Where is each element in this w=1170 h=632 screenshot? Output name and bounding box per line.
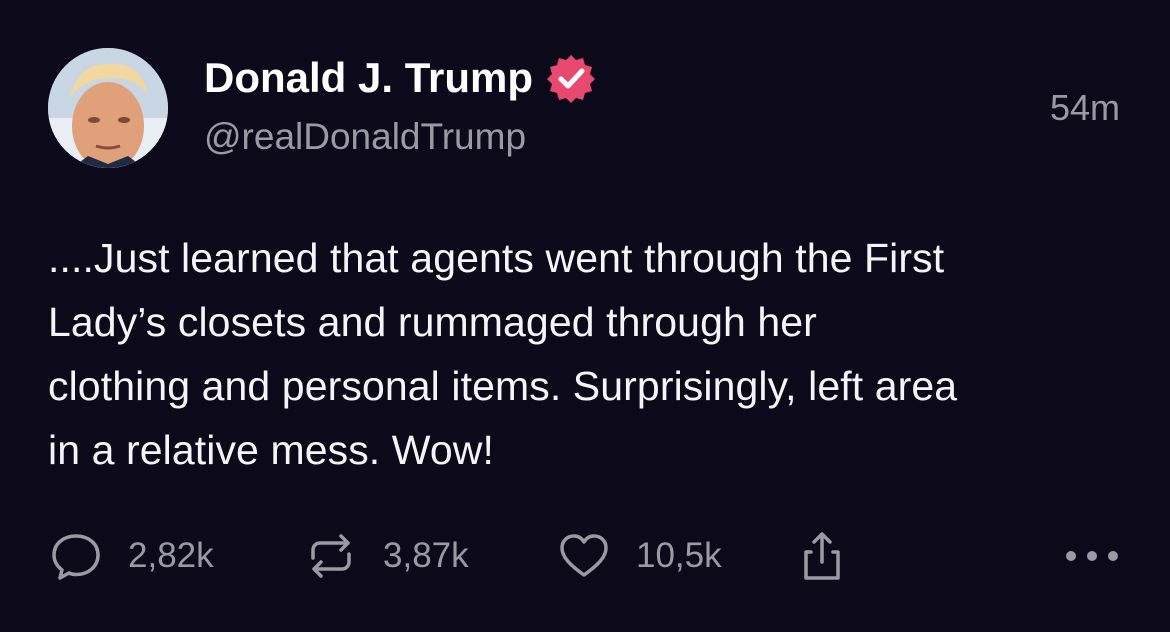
verified-badge-icon	[547, 55, 596, 103]
author-handle[interactable]: @realDonaldTrump	[204, 114, 526, 160]
post-card: Donald J. Trump @realDonaldTrump 54m ...…	[0, 0, 1170, 632]
share-upload-icon	[804, 532, 840, 580]
more-dots-icon	[1066, 551, 1118, 561]
post-text-line: Lady’s closets and rummaged through her	[48, 299, 817, 345]
post-timestamp[interactable]: 54m	[1050, 86, 1120, 130]
more-options-button[interactable]	[1062, 526, 1122, 586]
share-button[interactable]	[794, 526, 850, 586]
repost-count: 3,87k	[383, 536, 469, 575]
reply-count: 2,82k	[128, 536, 214, 575]
speech-bubble-icon	[52, 534, 100, 580]
repost-arrows-icon	[311, 534, 351, 578]
author-name-row[interactable]: Donald J. Trump	[204, 52, 597, 104]
author-name[interactable]: Donald J. Trump	[204, 53, 533, 103]
avatar[interactable]	[48, 48, 168, 168]
post-text-line: clothing and personal items. Surprisingl…	[48, 363, 958, 409]
avatar-portrait-image	[48, 48, 168, 168]
post-text-line: ....Just learned that agents went throug…	[48, 235, 945, 281]
like-count: 10,5k	[636, 536, 722, 575]
post-body-text: ....Just learned that agents went throug…	[48, 226, 1128, 482]
post-text-line: in a relative mess. Wow!	[48, 427, 494, 473]
post-action-bar: 2,82k 3,87k 10,5k	[48, 526, 1122, 586]
heart-icon	[560, 534, 608, 577]
like-button[interactable]: 10,5k	[556, 526, 722, 586]
reply-button[interactable]: 2,82k	[48, 526, 214, 586]
repost-button[interactable]: 3,87k	[303, 526, 469, 586]
